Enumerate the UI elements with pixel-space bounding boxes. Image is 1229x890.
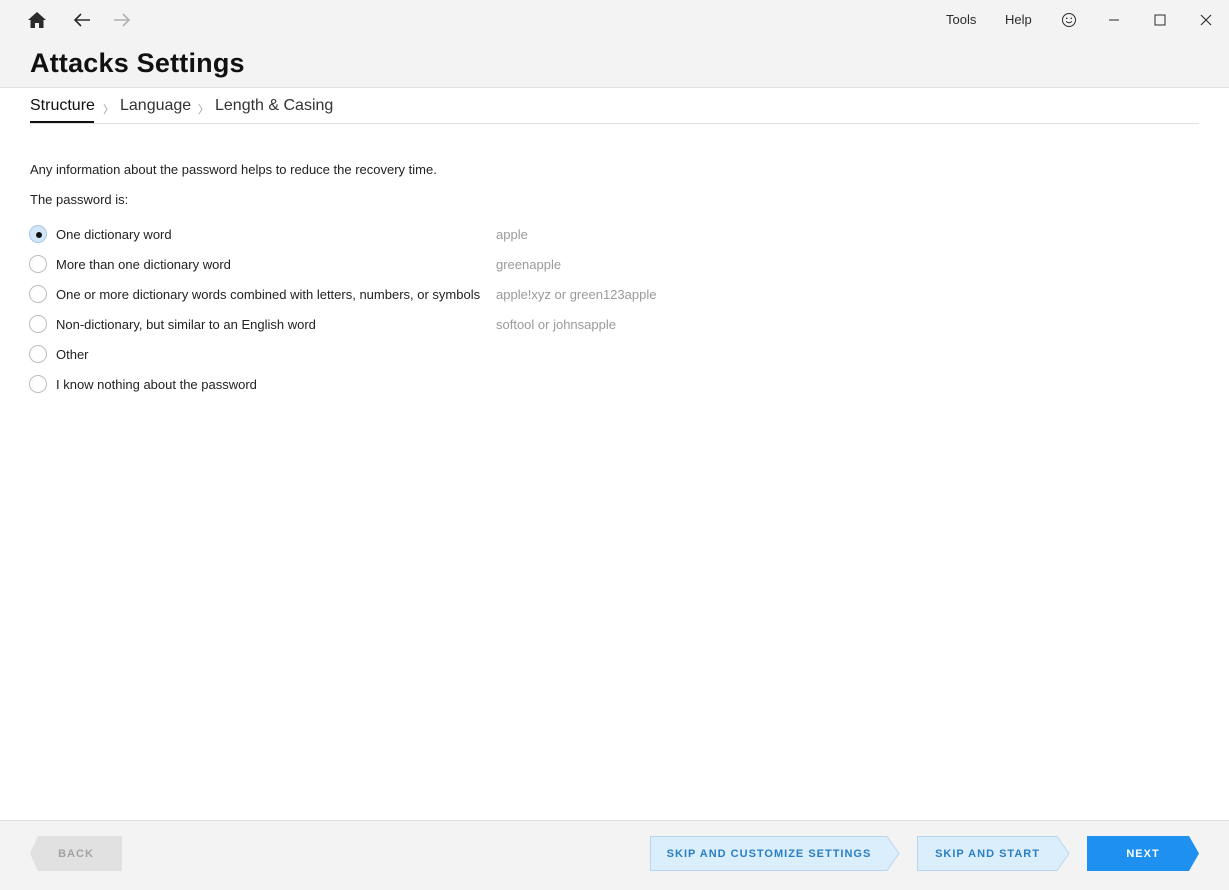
radio-button[interactable]: [29, 375, 47, 393]
option-label: One dictionary word: [56, 226, 172, 242]
option-label: Other: [56, 346, 89, 362]
back-button[interactable]: BACK: [30, 836, 122, 871]
home-button[interactable]: [22, 6, 52, 34]
feedback-button[interactable]: [1054, 6, 1084, 34]
option-multiple-dictionary-words[interactable]: More than one dictionary word greenapple: [29, 253, 729, 275]
crumb-language[interactable]: Language: [120, 97, 191, 115]
option-example: apple!xyz or green123apple: [496, 286, 657, 302]
close-icon: [1200, 14, 1212, 26]
title-bar: Tools Help Attacks Settings: [0, 0, 1229, 88]
radio-button[interactable]: [29, 255, 47, 273]
minimize-icon: [1109, 19, 1119, 21]
option-example: greenapple: [496, 256, 562, 272]
option-label: One or more dictionary words combined wi…: [56, 286, 481, 302]
minimize-button[interactable]: [1099, 6, 1129, 34]
option-example: softool or johnsapple: [496, 316, 616, 332]
home-icon: [28, 12, 46, 28]
option-label: I know nothing about the password: [56, 376, 257, 392]
forward-nav-button[interactable]: [107, 6, 137, 34]
option-non-dictionary[interactable]: Non-dictionary, but similar to an Englis…: [29, 313, 729, 335]
page-title: Attacks Settings: [30, 48, 245, 78]
skip-customize-label: SKIP AND CUSTOMIZE SETTINGS: [666, 847, 872, 860]
crumb-length-casing[interactable]: Length & Casing: [215, 97, 333, 115]
back-arrow-icon: [73, 13, 90, 27]
option-know-nothing[interactable]: I know nothing about the password: [29, 373, 729, 395]
intro-text: Any information about the password helps…: [30, 162, 437, 177]
radio-button[interactable]: [29, 315, 47, 333]
footer-bar: BACK SKIP AND CUSTOMIZE SETTINGS SKIP AN…: [0, 820, 1229, 890]
crumb-separator: 〉: [103, 104, 114, 116]
back-nav-button[interactable]: [67, 6, 97, 34]
crumb-separator: 〉: [198, 104, 209, 116]
maximize-icon: [1154, 14, 1166, 26]
option-combined-words[interactable]: One or more dictionary words combined wi…: [29, 283, 729, 305]
option-one-dictionary-word[interactable]: One dictionary word apple: [29, 223, 729, 245]
skip-customize-button[interactable]: SKIP AND CUSTOMIZE SETTINGS: [650, 836, 900, 871]
skip-start-label: SKIP AND START: [935, 847, 1040, 860]
smiley-icon: [1062, 13, 1076, 27]
menu-help[interactable]: Help: [1005, 12, 1032, 27]
forward-arrow-icon: [114, 13, 131, 27]
active-crumb-indicator: [30, 121, 94, 123]
close-button[interactable]: [1191, 6, 1221, 34]
option-label: More than one dictionary word: [56, 256, 231, 272]
maximize-button[interactable]: [1145, 6, 1175, 34]
option-label: Non-dictionary, but similar to an Englis…: [56, 316, 316, 332]
next-button[interactable]: NEXT: [1087, 836, 1199, 871]
password-prompt: The password is:: [30, 192, 129, 207]
option-other[interactable]: Other: [29, 343, 729, 365]
skip-start-button[interactable]: SKIP AND START: [917, 836, 1070, 871]
breadcrumb: Structure 〉 Language 〉 Length & Casing: [30, 89, 1199, 124]
option-example: apple: [496, 226, 528, 242]
radio-button[interactable]: [29, 225, 47, 243]
menu-tools[interactable]: Tools: [946, 12, 976, 27]
crumb-structure[interactable]: Structure: [30, 97, 95, 115]
radio-button[interactable]: [29, 285, 47, 303]
radio-button[interactable]: [29, 345, 47, 363]
